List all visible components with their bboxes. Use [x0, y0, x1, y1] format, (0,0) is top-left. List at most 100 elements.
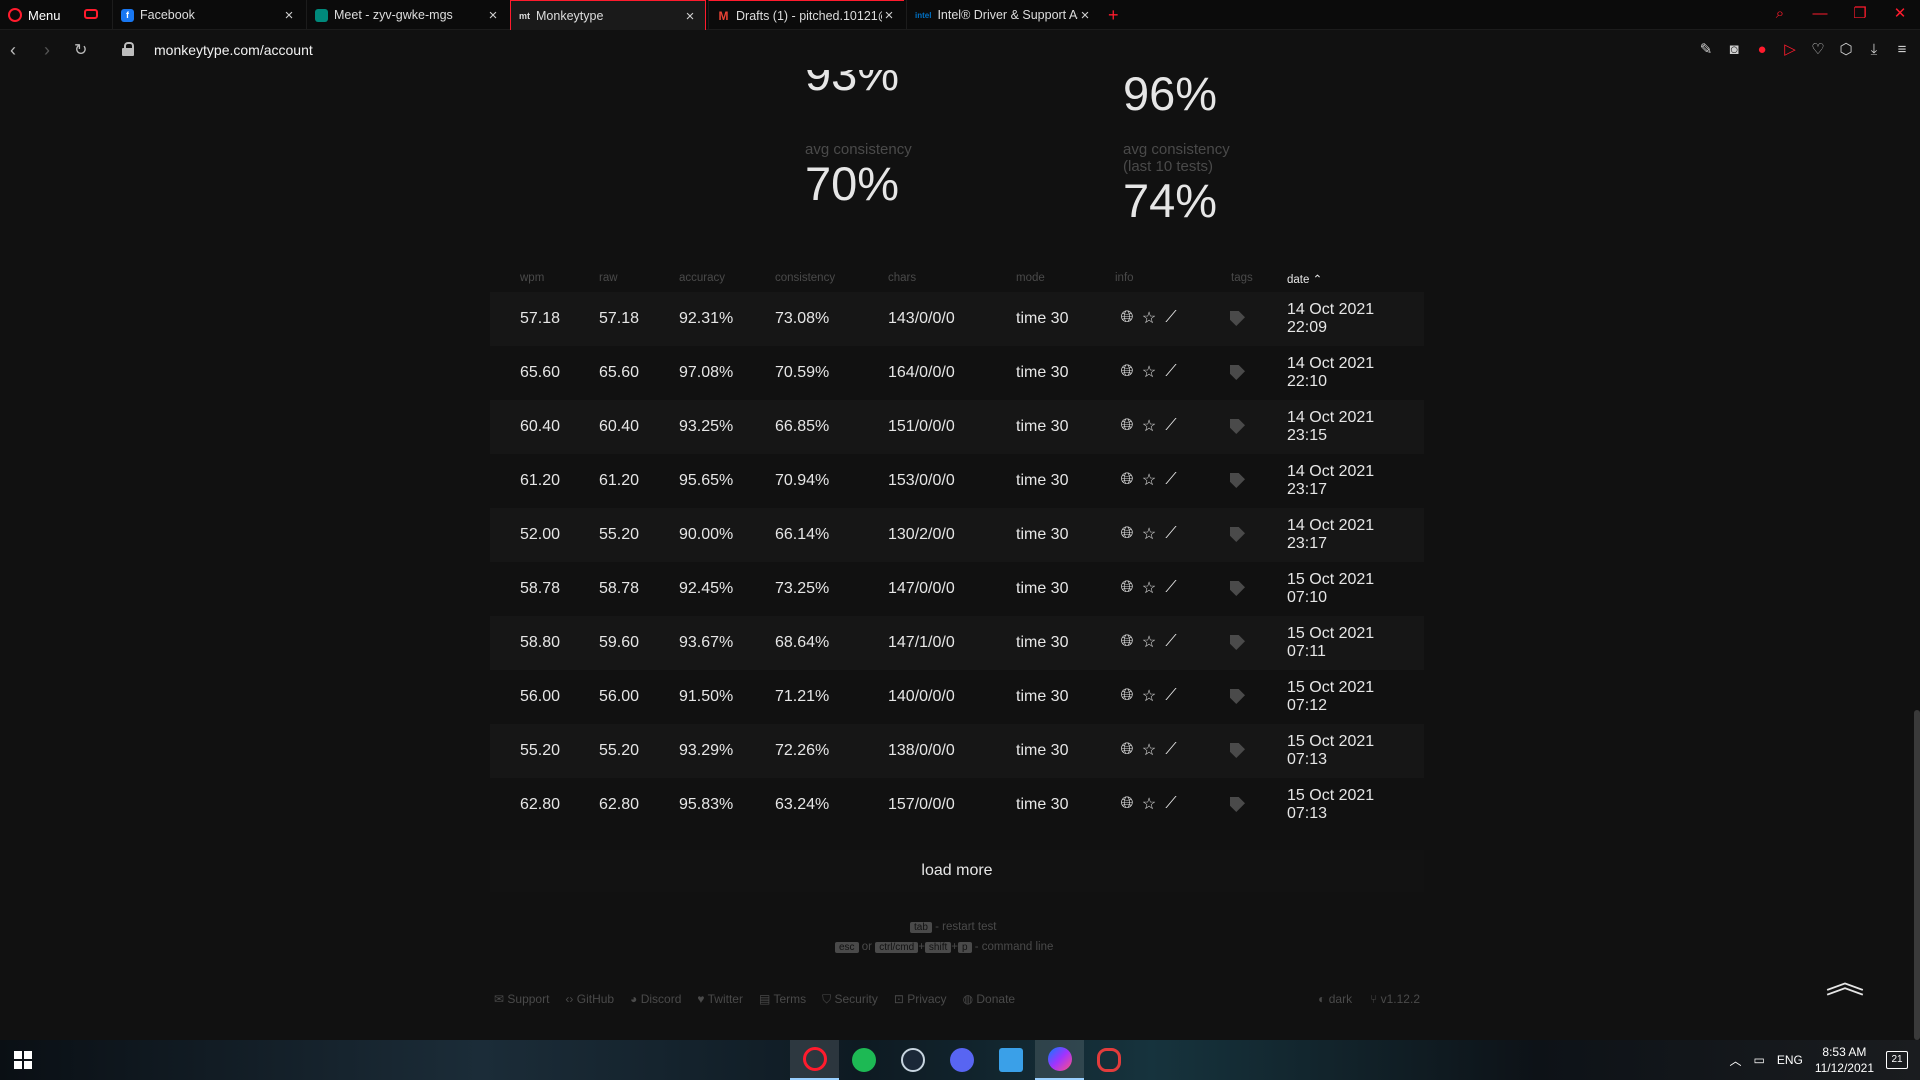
footer-security[interactable]: ⛉ Security [822, 992, 878, 1007]
globe-icon[interactable]: 🌐︎ [1118, 741, 1136, 759]
tab-intel[interactable]: intel Intel® Driver & Support As × [906, 0, 1100, 30]
edit-icon[interactable]: ✎ [1698, 40, 1714, 58]
star-icon[interactable]: ☆ [1140, 470, 1158, 490]
chart-line-icon[interactable]: ⟋ [1162, 633, 1180, 651]
footer-github[interactable]: ‹› GitHub [565, 992, 614, 1007]
close-icon[interactable]: × [1078, 7, 1092, 24]
chart-line-icon[interactable]: ⟋ [1162, 417, 1180, 435]
globe-icon[interactable]: 🌐︎ [1118, 795, 1136, 813]
theme-button[interactable]: ◐ dark [1318, 992, 1352, 1006]
opera-menu-button[interactable]: Menu [8, 4, 61, 26]
star-icon[interactable]: ☆ [1140, 632, 1158, 652]
close-icon[interactable]: × [486, 7, 500, 24]
tab-gmail[interactable]: M Drafts (1) - pitched.10121@ × [708, 0, 904, 30]
lock-icon[interactable] [122, 42, 134, 56]
url-field[interactable]: monkeytype.com/account [154, 42, 313, 58]
globe-icon[interactable]: 🌐︎ [1118, 309, 1136, 327]
globe-icon[interactable]: 🌐︎ [1118, 525, 1136, 543]
close-window-icon[interactable]: ✕ [1890, 4, 1910, 22]
star-icon[interactable]: ☆ [1140, 362, 1158, 382]
taskbar-spotify[interactable] [839, 1040, 888, 1080]
globe-icon[interactable]: 🌐︎ [1118, 471, 1136, 489]
taskbar-snip[interactable] [1084, 1040, 1133, 1080]
globe-icon[interactable]: 🌐︎ [1118, 363, 1136, 381]
chart-line-icon[interactable]: ⟋ [1162, 741, 1180, 759]
language-indicator[interactable]: ENG [1777, 1053, 1803, 1067]
cube-icon[interactable]: ⬡ [1838, 40, 1854, 58]
footer-terms[interactable]: ▤ Terms [759, 992, 806, 1007]
heart-icon[interactable]: ♡ [1810, 40, 1826, 58]
globe-icon[interactable]: 🌐︎ [1118, 687, 1136, 705]
tag-icon[interactable] [1230, 689, 1245, 704]
star-icon[interactable]: ☆ [1140, 686, 1158, 706]
flow-send-icon[interactable]: ▷ [1782, 40, 1798, 58]
tag-icon[interactable] [1230, 311, 1245, 326]
star-icon[interactable]: ☆ [1140, 740, 1158, 760]
chart-line-icon[interactable]: ⟋ [1162, 363, 1180, 381]
tab-meet[interactable]: Meet - zyv-gwke-mgs × [306, 0, 508, 30]
taskbar-discord[interactable] [937, 1040, 986, 1080]
minimize-icon[interactable]: — [1810, 5, 1830, 22]
star-icon[interactable]: ☆ [1140, 524, 1158, 544]
tag-icon[interactable] [1230, 527, 1245, 542]
tag-icon[interactable] [1230, 581, 1245, 596]
globe-icon[interactable]: 🌐︎ [1118, 417, 1136, 435]
close-icon[interactable]: × [683, 8, 697, 25]
adblock-shield-icon[interactable]: ● [1754, 41, 1770, 58]
flow-icon[interactable] [84, 9, 98, 19]
header-chars[interactable]: chars [888, 272, 916, 284]
header-consistency[interactable]: consistency [775, 272, 835, 284]
header-accuracy[interactable]: accuracy [679, 272, 725, 284]
chevron-up-icon[interactable]: ︿ [1729, 1052, 1741, 1069]
taskbar-opera[interactable] [790, 1040, 839, 1080]
download-icon[interactable]: ⤓ [1866, 41, 1882, 58]
forward-icon[interactable]: › [44, 40, 50, 61]
windows-start-icon[interactable] [14, 1051, 32, 1069]
chart-line-icon[interactable]: ⟋ [1162, 471, 1180, 489]
tag-icon[interactable] [1230, 635, 1245, 650]
back-icon[interactable]: ‹ [10, 40, 16, 61]
load-more-button[interactable]: load more [490, 850, 1424, 892]
new-tab-plus-icon[interactable]: + [1108, 5, 1119, 26]
tag-icon[interactable] [1230, 365, 1245, 380]
footer-privacy[interactable]: ⊡ Privacy [894, 992, 947, 1007]
globe-icon[interactable]: 🌐︎ [1118, 633, 1136, 651]
star-icon[interactable]: ☆ [1140, 416, 1158, 436]
page-scrollbar[interactable] [1914, 710, 1920, 1040]
header-date[interactable]: date ⌃ [1287, 272, 1322, 286]
chart-line-icon[interactable]: ⟋ [1162, 795, 1180, 813]
tag-icon[interactable] [1230, 419, 1245, 434]
tab-facebook[interactable]: f Facebook × [112, 0, 304, 30]
chart-line-icon[interactable]: ⟋ [1162, 579, 1180, 597]
tab-monkeytype[interactable]: mt Monkeytype × [510, 0, 706, 31]
tag-icon[interactable] [1230, 473, 1245, 488]
header-wpm[interactable]: wpm [520, 272, 544, 284]
search-tabs-icon[interactable]: ⌕ [1770, 5, 1790, 22]
clock[interactable]: 8:53 AM 11/12/2021 [1815, 1044, 1874, 1076]
chart-line-icon[interactable]: ⟋ [1162, 687, 1180, 705]
notification-center-icon[interactable]: 21 [1886, 1051, 1908, 1069]
close-icon[interactable]: × [282, 7, 296, 24]
header-raw[interactable]: raw [599, 272, 618, 284]
footer-discord[interactable]: ◕ Discord [630, 992, 681, 1007]
taskbar-steam[interactable] [888, 1040, 937, 1080]
easy-setup-icon[interactable]: ≡ [1894, 41, 1910, 58]
globe-icon[interactable]: 🌐︎ [1118, 579, 1136, 597]
footer-donate[interactable]: ◍ Donate [963, 992, 1016, 1007]
version-button[interactable]: ⑂ v1.12.2 [1370, 992, 1420, 1006]
reload-icon[interactable]: ↻ [74, 40, 87, 60]
battery-icon[interactable]: ▭ [1753, 1053, 1764, 1067]
chart-line-icon[interactable]: ⟋ [1162, 309, 1180, 327]
footer-twitter[interactable]: ♥ Twitter [697, 992, 743, 1007]
taskbar-notepad[interactable] [986, 1040, 1035, 1080]
star-icon[interactable]: ☆ [1140, 308, 1158, 328]
star-icon[interactable]: ☆ [1140, 794, 1158, 814]
close-icon[interactable]: × [882, 7, 896, 24]
tag-icon[interactable] [1230, 743, 1245, 758]
scroll-to-top-icon[interactable]: ︽ [1826, 958, 1865, 1002]
header-mode[interactable]: mode [1016, 272, 1045, 284]
restore-icon[interactable]: ❐ [1850, 4, 1870, 22]
chart-line-icon[interactable]: ⟋ [1162, 525, 1180, 543]
camera-icon[interactable]: ◙ [1726, 41, 1742, 58]
tag-icon[interactable] [1230, 797, 1245, 812]
